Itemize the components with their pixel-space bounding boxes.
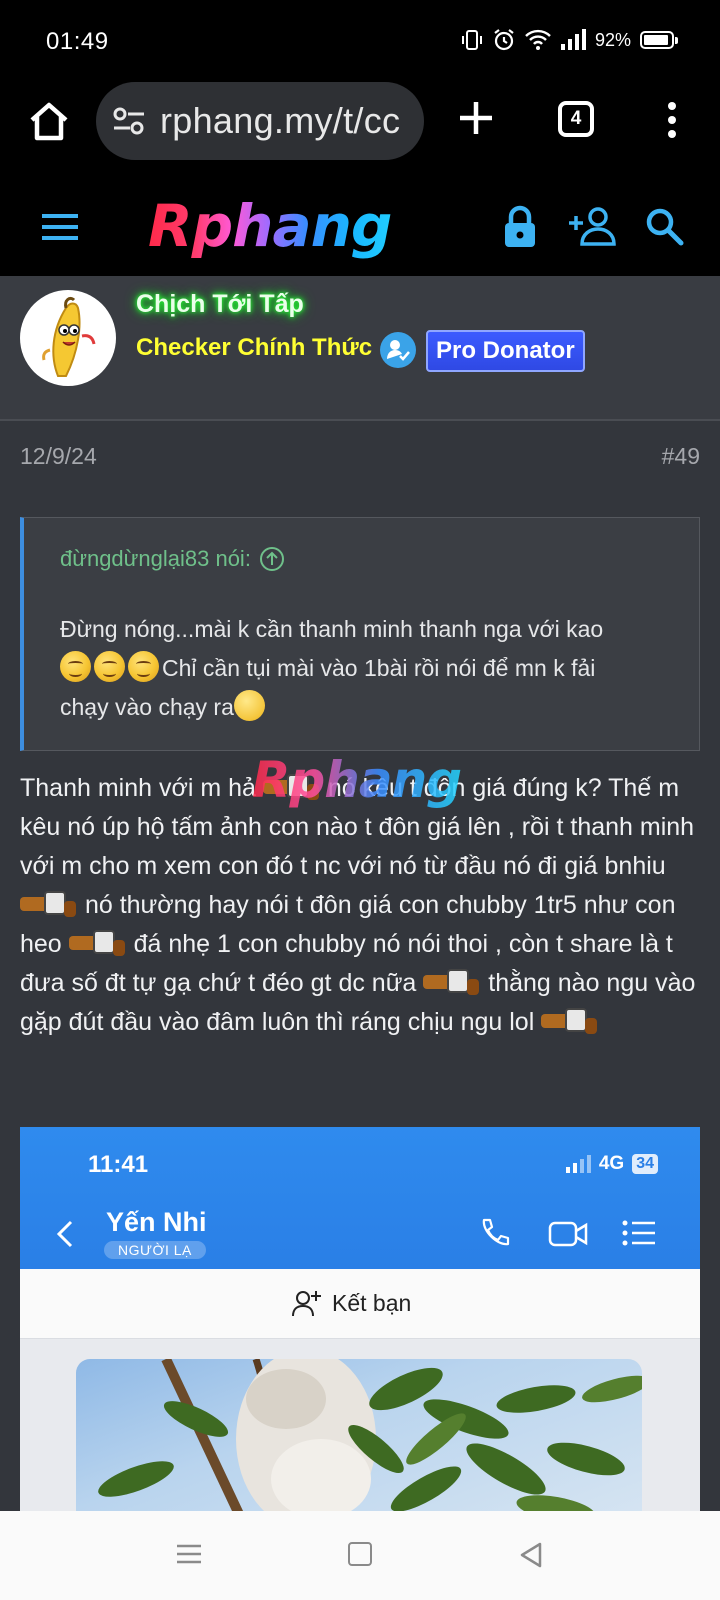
watermark-logo: Rphang xyxy=(252,751,462,809)
embedded-time: 11:41 xyxy=(88,1151,149,1178)
chat-photo xyxy=(76,1359,642,1511)
gun-emoji-icon xyxy=(423,965,481,997)
new-tab-icon[interactable] xyxy=(454,96,498,140)
alarm-icon xyxy=(494,29,514,51)
video-call-icon xyxy=(548,1221,588,1247)
post: 12/9/24 #49 đừngdừnglại83 nói: Đừng nóng… xyxy=(0,421,720,1511)
verified-icon xyxy=(380,332,416,368)
post-text: Thanh minh với m hả xyxy=(20,774,256,802)
gun-emoji-icon xyxy=(20,887,78,919)
back-arrow-icon xyxy=(56,1220,73,1248)
post-number[interactable]: #49 xyxy=(662,443,700,470)
add-friend-icon xyxy=(292,1291,321,1317)
more-options-icon[interactable] xyxy=(662,100,682,140)
chat-header: 11:41 4G 34 Yến Nhi NGƯỜI LẠ xyxy=(20,1127,700,1269)
post-author-block: Chịch Tới Tấp Checker Chính Thức Pro Don… xyxy=(0,276,720,421)
embedded-network: 4G xyxy=(598,1153,625,1174)
quote-line: Chỉ cần tụi mài vào 1bài rồi nói để mn k… xyxy=(60,649,684,688)
username[interactable]: Chịch Tới Tấp xyxy=(136,290,304,319)
tab-switcher-button[interactable]: 4 xyxy=(558,101,594,137)
lock-icon[interactable] xyxy=(502,204,538,248)
vibrate-icon xyxy=(461,30,482,50)
register-icon[interactable] xyxy=(568,206,616,246)
banana-avatar-icon xyxy=(42,296,96,377)
avatar[interactable] xyxy=(20,290,116,386)
battery-icon xyxy=(640,31,678,49)
url-text[interactable]: rphang.my/t/cc xyxy=(160,100,400,142)
battery-fill xyxy=(644,35,668,45)
status-icons: 92% xyxy=(461,28,678,52)
status-bar: 01:49 92% xyxy=(0,0,720,80)
post-date[interactable]: 12/9/24 xyxy=(20,443,97,470)
thinking-emoji-icon xyxy=(60,651,91,682)
pro-donator-badge: Pro Donator xyxy=(426,330,585,372)
address-bar[interactable]: rphang.my/t/cc xyxy=(96,82,424,160)
search-icon[interactable] xyxy=(644,206,684,246)
nav-back-icon[interactable] xyxy=(518,1541,544,1569)
phone-icon xyxy=(482,1218,510,1246)
quote-text: Đừng nóng...mài k cần thanh minh thanh n… xyxy=(60,610,684,727)
smile-emoji-icon xyxy=(233,690,265,721)
list-icon xyxy=(622,1220,655,1246)
nav-home-icon[interactable] xyxy=(348,1542,372,1566)
signal-icon xyxy=(560,29,586,50)
site-header: Rphang xyxy=(0,182,720,276)
stranger-tag: NGƯỜI LẠ xyxy=(104,1241,206,1259)
embedded-status: 4G 34 xyxy=(565,1153,658,1175)
embedded-battery: 34 xyxy=(632,1154,658,1174)
quote-line-text: chạy vào chạy ra xyxy=(60,694,234,720)
quote-author[interactable]: đừngdừnglại83 nói: xyxy=(60,546,285,572)
recent-apps-icon[interactable] xyxy=(176,1543,202,1565)
quote-line-text: Chỉ cần tụi mài vào 1bài rồi nói để mn k… xyxy=(162,655,596,681)
home-icon[interactable] xyxy=(26,98,72,144)
status-time: 01:49 xyxy=(46,28,109,55)
thinking-emoji-icon xyxy=(94,651,125,682)
photo-image xyxy=(98,1359,642,1511)
arrow-up-circle-icon[interactable] xyxy=(259,546,285,572)
hamburger-menu-icon[interactable] xyxy=(40,212,80,242)
site-settings-icon[interactable] xyxy=(112,106,146,136)
add-friend: Kết bạn xyxy=(292,1289,411,1317)
browser-toolbar: rphang.my/t/cc 4 xyxy=(0,80,720,182)
system-navigation-bar xyxy=(0,1511,720,1600)
quote-line: chạy vào chạy ra xyxy=(60,688,684,727)
site-logo[interactable]: Rphang xyxy=(148,192,410,260)
attached-screenshot[interactable]: 11:41 4G 34 Yến Nhi NGƯỜI LẠ Kết bạn xyxy=(20,1127,700,1511)
wifi-icon xyxy=(525,29,551,50)
signal-icon xyxy=(565,1155,591,1173)
add-friend-label: Kết bạn xyxy=(332,1289,412,1316)
post-body: Thanh minh với m hả nó kêu t đôn giá đún… xyxy=(20,769,700,1042)
gun-emoji-icon xyxy=(541,1004,599,1036)
contact-name: Yến Nhi xyxy=(106,1207,207,1237)
user-title: Checker Chính Thức xyxy=(136,334,373,361)
gun-emoji-icon xyxy=(68,926,127,958)
thinking-emoji-icon xyxy=(128,651,159,682)
quote-block: đừngdừnglại83 nói: Đừng nóng...mài k cần… xyxy=(20,517,700,751)
quote-line: Đừng nóng...mài k cần thanh minh thanh n… xyxy=(60,616,604,642)
battery-percent: 92% xyxy=(594,29,631,50)
quote-author-name[interactable]: đừngdừnglại83 nói: xyxy=(60,546,251,572)
add-friend-bar: Kết bạn xyxy=(20,1269,700,1339)
